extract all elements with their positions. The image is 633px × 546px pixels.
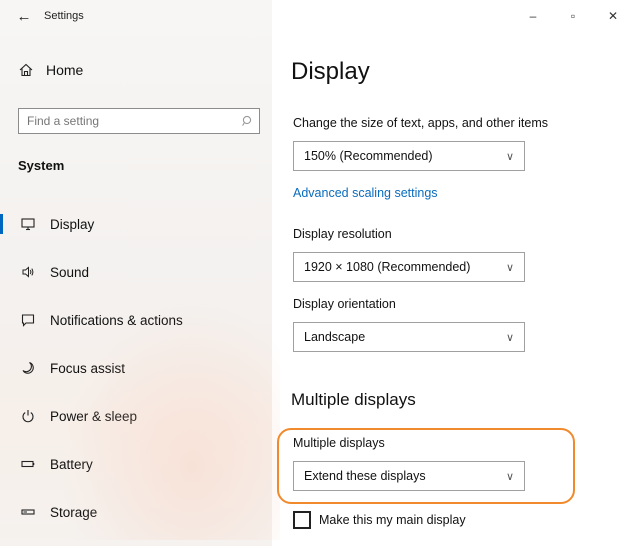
power-icon — [20, 408, 36, 424]
sidebar-item-notifications[interactable]: Notifications & actions — [0, 296, 272, 344]
sidebar: ← Settings Home System Display Sound — [0, 0, 280, 546]
resolution-label: Display resolution — [293, 227, 392, 241]
sidebar-item-focus-assist[interactable]: Focus assist — [0, 344, 272, 392]
search-icon[interactable] — [237, 110, 259, 132]
search-input[interactable] — [19, 109, 237, 133]
resolution-value: 1920 × 1080 (Recommended) — [304, 260, 471, 274]
scale-dropdown[interactable]: 150% (Recommended) ∨ — [293, 141, 525, 171]
sidebar-item-label: Sound — [50, 264, 90, 280]
main-display-checkbox-label: Make this my main display — [319, 513, 466, 527]
section-label: System — [18, 158, 65, 173]
chevron-down-icon: ∨ — [505, 150, 514, 163]
app-title: Settings — [44, 10, 84, 22]
multiple-displays-label: Multiple displays — [293, 436, 385, 450]
monitor-icon — [20, 216, 36, 232]
sidebar-item-label: Display — [50, 216, 95, 232]
back-arrow-icon[interactable]: ← — [10, 2, 38, 30]
chevron-down-icon: ∨ — [505, 470, 514, 483]
advanced-scaling-link[interactable]: Advanced scaling settings — [293, 186, 438, 200]
multiple-displays-heading: Multiple displays — [291, 390, 416, 409]
moon-icon — [20, 360, 36, 376]
search-box[interactable] — [18, 108, 260, 134]
main-content: Display Change the size of text, apps, a… — [291, 0, 621, 546]
scale-value: 150% (Recommended) — [304, 149, 433, 163]
sidebar-item-battery[interactable]: Battery — [0, 440, 272, 488]
main-display-checkbox-row[interactable]: Make this my main display — [293, 511, 466, 529]
page-title: Display — [291, 58, 370, 85]
sidebar-item-sound[interactable]: Sound — [0, 248, 272, 296]
titlebar-left: ← Settings — [0, 0, 84, 32]
orientation-label: Display orientation — [293, 297, 396, 311]
sidebar-item-label: Focus assist — [50, 360, 126, 376]
orientation-dropdown[interactable]: Landscape ∨ — [293, 322, 525, 352]
message-icon — [20, 312, 36, 328]
chevron-down-icon: ∨ — [505, 261, 514, 274]
orientation-value: Landscape — [304, 330, 366, 344]
sidebar-nav: Display Sound Notifications & actions Fo… — [0, 200, 272, 536]
sidebar-item-label: Storage — [50, 504, 98, 520]
multiple-displays-value: Extend these displays — [304, 469, 426, 483]
chevron-down-icon: ∨ — [505, 331, 514, 344]
sidebar-item-label: Power & sleep — [50, 408, 138, 424]
sidebar-item-storage[interactable]: Storage — [0, 488, 272, 536]
sidebar-item-home[interactable]: Home — [18, 62, 83, 78]
resolution-dropdown[interactable]: 1920 × 1080 (Recommended) ∨ — [293, 252, 525, 282]
battery-icon — [20, 456, 36, 472]
multiple-displays-dropdown[interactable]: Extend these displays ∨ — [293, 461, 525, 491]
main-display-checkbox[interactable] — [293, 511, 311, 529]
sidebar-item-label: Battery — [50, 456, 93, 472]
scale-label: Change the size of text, apps, and other… — [293, 116, 549, 130]
home-icon — [18, 62, 34, 78]
sidebar-item-label: Home — [46, 62, 84, 78]
sidebar-item-display[interactable]: Display — [0, 200, 272, 248]
storage-icon — [20, 504, 36, 520]
sidebar-item-label: Notifications & actions — [50, 312, 183, 328]
speaker-icon — [20, 264, 36, 280]
sidebar-item-power-sleep[interactable]: Power & sleep — [0, 392, 272, 440]
